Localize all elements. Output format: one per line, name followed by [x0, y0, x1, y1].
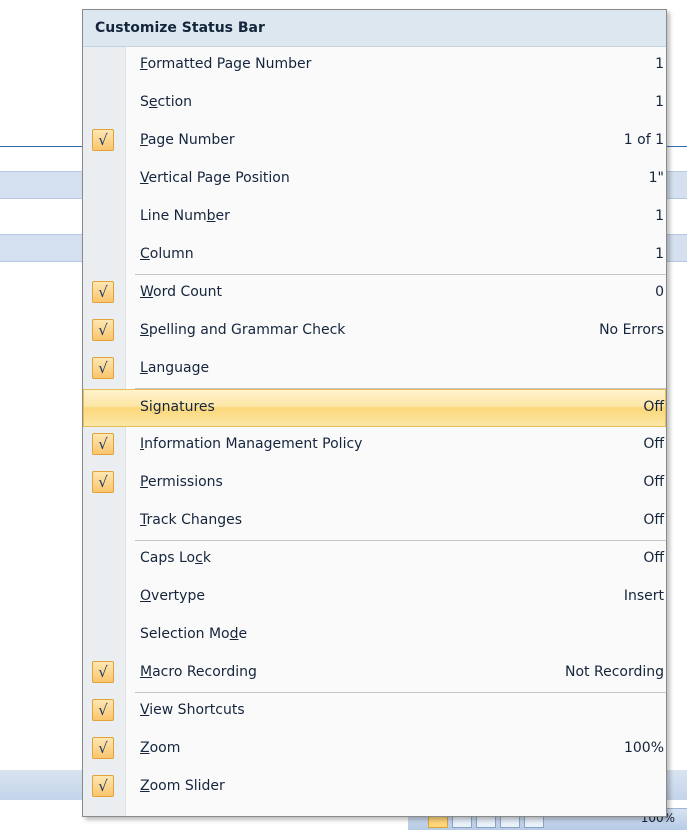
- checkmark-icon: √: [92, 281, 114, 303]
- menu-item-caps-lock[interactable]: Caps Lock Off: [83, 540, 666, 579]
- menu-item-value: 1 of 1: [623, 132, 664, 148]
- menu-item-value: 1: [655, 94, 664, 110]
- menu-item-label: Word Count: [140, 284, 223, 300]
- menu-item-label: Zoom Slider: [140, 778, 225, 794]
- checkmark-icon: √: [92, 661, 114, 683]
- menu-item-label: Section: [140, 94, 193, 110]
- menu-item-label: Column: [140, 246, 194, 262]
- menu-item-zoom-slider[interactable]: √ Zoom Slider: [83, 769, 666, 807]
- menu-item-signatures[interactable]: Signatures Off: [83, 388, 666, 427]
- checkmark-icon: √: [92, 775, 114, 797]
- menu-item-label: Vertical Page Position: [140, 170, 290, 186]
- menu-item-language[interactable]: √ Language: [83, 351, 666, 389]
- menu-item-label: Permissions: [140, 474, 223, 490]
- menu-item-label: View Shortcuts: [140, 702, 245, 718]
- menu-item-vertical-page-position[interactable]: Vertical Page Position 1": [83, 161, 666, 199]
- menu-item-page-number[interactable]: √ Page Number 1 of 1: [83, 123, 666, 161]
- menu-item-formatted-page-number[interactable]: Formatted Page Number 1: [83, 47, 666, 85]
- menu-item-value: Insert: [623, 588, 664, 604]
- checkmark-icon: √: [92, 699, 114, 721]
- menu-item-label: Spelling and Grammar Check: [140, 322, 346, 338]
- menu-item-word-count[interactable]: √ Word Count 0: [83, 274, 666, 313]
- menu-item-value: Not Recording: [565, 664, 664, 680]
- menu-item-label: Language: [140, 360, 210, 376]
- customize-status-bar-menu: Customize Status Bar Formatted Page Numb…: [82, 9, 667, 817]
- menu-title: Customize Status Bar: [83, 10, 666, 47]
- menu-item-information-management-policy[interactable]: √ Information Management Policy Off: [83, 427, 666, 465]
- menu-item-line-number[interactable]: Line Number 1: [83, 199, 666, 237]
- menu-item-spelling-and-grammar-check[interactable]: √ Spelling and Grammar Check No Errors: [83, 313, 666, 351]
- menu-item-value: 1": [648, 170, 664, 186]
- menu-item-label: Zoom: [140, 740, 181, 756]
- menu-item-value: Off: [643, 436, 664, 452]
- menu-item-label: Signatures: [140, 399, 215, 415]
- menu-item-value: Off: [643, 512, 664, 528]
- menu-item-label: Information Management Policy: [140, 436, 363, 452]
- menu-item-label: Overtype: [140, 588, 205, 604]
- menu-item-label: Page Number: [140, 132, 235, 148]
- menu-item-track-changes[interactable]: Track Changes Off: [83, 503, 666, 541]
- menu-item-zoom[interactable]: √ Zoom 100%: [83, 731, 666, 769]
- menu-item-label: Formatted Page Number: [140, 56, 312, 72]
- checkmark-icon: √: [92, 357, 114, 379]
- checkmark-icon: √: [92, 433, 114, 455]
- menu-item-value: 1: [655, 56, 664, 72]
- menu-item-section[interactable]: Section 1: [83, 85, 666, 123]
- menu-item-label: Macro Recording: [140, 664, 257, 680]
- menu-item-selection-mode[interactable]: Selection Mode: [83, 617, 666, 655]
- menu-item-overtype[interactable]: Overtype Insert: [83, 579, 666, 617]
- menu-item-value: Off: [643, 550, 664, 566]
- checkmark-icon: √: [92, 737, 114, 759]
- menu-item-label: Track Changes: [140, 512, 242, 528]
- checkmark-icon: √: [92, 129, 114, 151]
- menu-item-value: Off: [643, 474, 664, 490]
- menu-item-value: 1: [655, 208, 664, 224]
- menu-item-value: 100%: [623, 740, 664, 756]
- menu-item-label: Line Number: [140, 208, 230, 224]
- menu-item-value: 1: [655, 246, 664, 262]
- menu-item-view-shortcuts[interactable]: √ View Shortcuts: [83, 692, 666, 731]
- menu-item-value: 0: [655, 284, 664, 300]
- menu-item-macro-recording[interactable]: √ Macro Recording Not Recording: [83, 655, 666, 693]
- menu-item-permissions[interactable]: √ Permissions Off: [83, 465, 666, 503]
- menu-item-value: No Errors: [599, 322, 664, 338]
- checkmark-icon: √: [92, 319, 114, 341]
- menu-item-column[interactable]: Column 1: [83, 237, 666, 275]
- menu-item-label: Selection Mode: [140, 626, 248, 642]
- menu-items: Formatted Page Number 1 Section 1 √ Page Numb…: [83, 47, 666, 807]
- menu-item-value: Off: [643, 399, 664, 415]
- checkmark-icon: √: [92, 471, 114, 493]
- menu-item-label: Caps Lock: [140, 550, 211, 566]
